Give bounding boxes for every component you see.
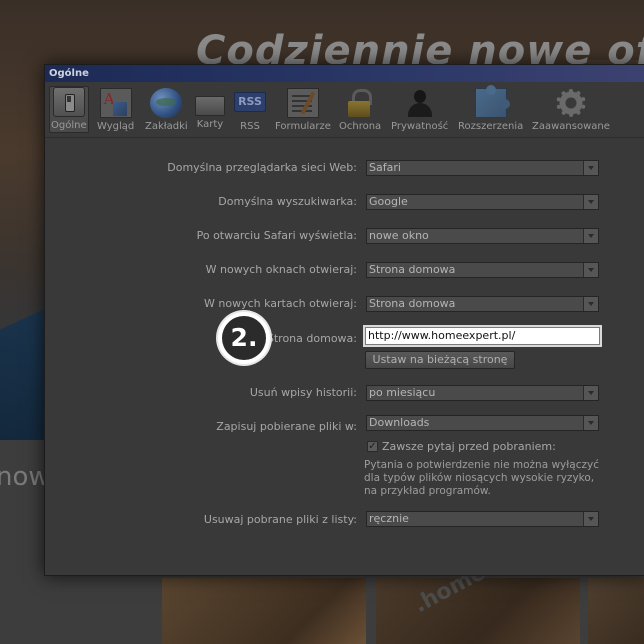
- history-label: Usuń wpisy historii:: [249, 386, 357, 399]
- chevron-down-icon: [583, 386, 598, 400]
- default-browser-label: Domyślna przeglądarka sieci Web:: [167, 161, 357, 174]
- font-icon: [99, 88, 132, 118]
- puzzle-icon: [474, 85, 510, 118]
- preferences-window: Ogólne Ogólne Wygląd Zakładki Karty RSS …: [44, 64, 644, 576]
- tab-tabs[interactable]: Karty: [195, 88, 225, 130]
- rss-icon: RSS: [234, 92, 266, 112]
- select-value: Google: [369, 195, 408, 208]
- switch-icon: [52, 87, 85, 117]
- tab-label: Rozszerzenia: [458, 121, 524, 132]
- tab-appearance[interactable]: Wygląd: [97, 88, 134, 132]
- tab-general[interactable]: Ogólne: [49, 86, 89, 133]
- chevron-down-icon: [583, 161, 598, 175]
- tab-forms[interactable]: Formularze: [275, 88, 331, 132]
- gear-icon: [554, 88, 587, 118]
- lock-icon: [344, 88, 376, 118]
- tab-extensions[interactable]: Rozszerzenia: [458, 85, 524, 132]
- tab-label: Prywatność: [391, 121, 449, 132]
- chevron-down-icon: [583, 297, 598, 311]
- select-value: Strona domowa: [369, 263, 456, 276]
- new-tabs-label: W nowych kartach otwieraj:: [204, 297, 357, 310]
- background-thumbnail: [162, 578, 366, 644]
- chevron-down-icon: [583, 263, 598, 277]
- chevron-down-icon: [583, 416, 598, 430]
- new-windows-label: W nowych oknach otwieraj:: [205, 263, 357, 276]
- step-number: 2.: [222, 316, 266, 360]
- set-current-page-button[interactable]: Ustaw na bieżącą stronę: [365, 351, 515, 369]
- tab-security[interactable]: Ochrona: [339, 88, 381, 132]
- person-icon: [404, 88, 436, 118]
- background-thumbnail: [588, 578, 644, 644]
- select-value: ręcznie: [369, 512, 409, 525]
- chevron-down-icon: [583, 229, 598, 243]
- new-windows-select[interactable]: Strona domowa: [366, 262, 599, 278]
- homepage-input[interactable]: http://www.homeexpert.pl/: [363, 325, 602, 347]
- select-value: Safari: [369, 161, 401, 174]
- tab-advanced[interactable]: Zaawansowane: [532, 88, 610, 132]
- on-open-select[interactable]: nowe okno: [366, 228, 599, 244]
- default-browser-select[interactable]: Safari: [366, 160, 599, 176]
- tab-label: Ochrona: [339, 121, 382, 132]
- ask-before-download-checkbox[interactable]: ✓: [367, 441, 378, 452]
- homepage-label: Strona domowa:: [266, 332, 357, 345]
- tab-label: Zaawansowane: [532, 121, 610, 132]
- globe-icon: [150, 88, 183, 118]
- tabs-icon: [195, 96, 225, 116]
- background-strip-text: now: [0, 462, 50, 492]
- select-value: po miesiącu: [369, 386, 436, 399]
- downloads-select[interactable]: Downloads: [366, 415, 599, 431]
- remove-downloads-label: Usuwaj pobrane pliki z listy:: [203, 513, 357, 526]
- new-tabs-select[interactable]: Strona domowa: [366, 296, 599, 312]
- tab-privacy[interactable]: Prywatność: [391, 88, 448, 132]
- chevron-down-icon: [583, 195, 598, 209]
- preferences-toolbar: Ogólne Wygląd Zakładki Karty RSS RSS For…: [45, 82, 644, 138]
- remove-downloads-select[interactable]: ręcznie: [366, 511, 599, 527]
- tab-label: Ogólne: [51, 120, 87, 131]
- form-pencil-icon: [286, 88, 319, 118]
- tab-label: RSS: [240, 121, 260, 132]
- on-open-label: Po otwarciu Safari wyświetla:: [196, 229, 357, 242]
- tab-rss[interactable]: RSS RSS: [234, 88, 266, 132]
- downloads-label: Zapisuj pobierane pliki w:: [216, 420, 357, 433]
- ask-before-download-label: Zawsze pytaj przed pobraniem:: [382, 440, 556, 453]
- select-value: Strona domowa: [369, 297, 456, 310]
- download-warning-note: Pytania o potwierdzenie nie można wyłącz…: [364, 459, 599, 497]
- tab-label: Karty: [196, 119, 224, 130]
- chevron-down-icon: [583, 512, 598, 526]
- default-search-select[interactable]: Google: [366, 194, 599, 210]
- tab-bookmarks[interactable]: Zakładki: [145, 88, 188, 132]
- step-number-badge: 2.: [218, 312, 270, 364]
- history-select[interactable]: po miesiącu: [366, 385, 599, 401]
- tab-label: Formularze: [275, 121, 331, 132]
- tab-label: Wygląd: [97, 121, 135, 132]
- select-value: Downloads: [369, 416, 430, 429]
- default-search-label: Domyślna wyszukiwarka:: [218, 195, 357, 208]
- window-title: Ogólne: [45, 65, 644, 82]
- select-value: nowe okno: [369, 229, 429, 242]
- tab-label: Zakładki: [145, 121, 188, 132]
